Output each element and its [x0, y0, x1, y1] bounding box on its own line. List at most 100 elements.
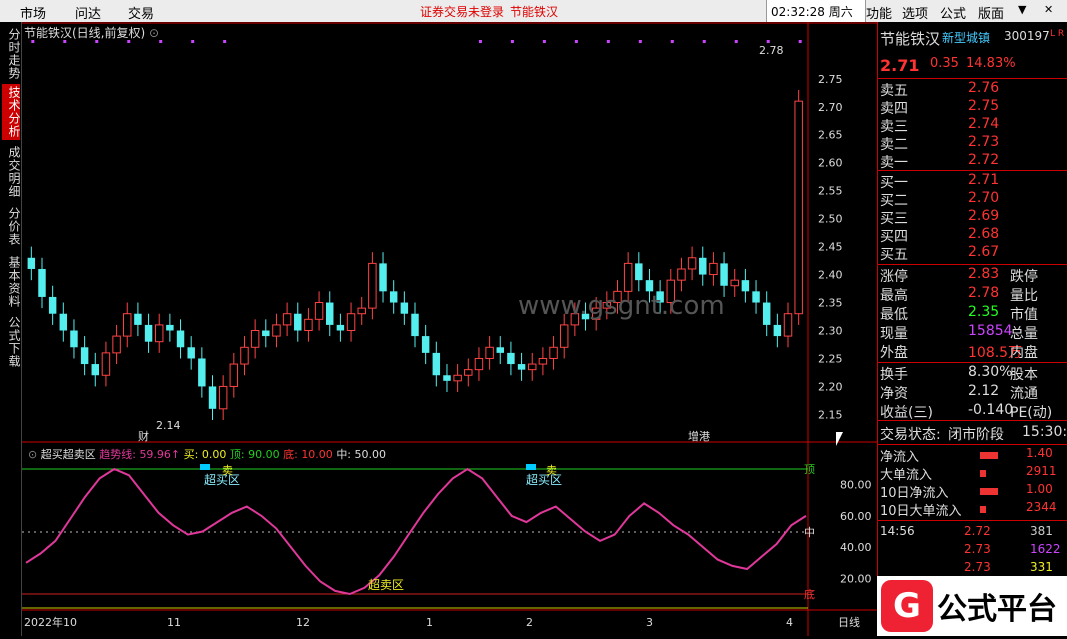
- candle[interactable]: [411, 313, 419, 337]
- candle[interactable]: [677, 268, 686, 281]
- candle[interactable]: [304, 318, 313, 331]
- candle[interactable]: [432, 352, 441, 376]
- candle[interactable]: [123, 313, 132, 337]
- candle[interactable]: [517, 364, 526, 370]
- candle[interactable]: [773, 324, 782, 337]
- candle[interactable]: [528, 363, 537, 371]
- indicator-name[interactable]: 超买超卖区: [41, 448, 96, 461]
- candle[interactable]: [272, 324, 281, 337]
- bid-row[interactable]: 买四 2.68: [880, 226, 1066, 245]
- candle[interactable]: [357, 307, 366, 315]
- bid-row[interactable]: 买三 2.69: [880, 208, 1066, 227]
- candle[interactable]: [783, 313, 793, 337]
- candle[interactable]: [250, 330, 260, 348]
- marker-zenggang[interactable]: 增港: [688, 429, 710, 443]
- candle[interactable]: [144, 324, 153, 342]
- candle[interactable]: [218, 385, 228, 410]
- nav-tab-profile[interactable]: 基本资料: [2, 254, 21, 310]
- candle[interactable]: [294, 313, 302, 331]
- candle[interactable]: [346, 313, 356, 331]
- candle[interactable]: [27, 257, 36, 269]
- candle[interactable]: [741, 280, 750, 292]
- menu-options[interactable]: 选项: [902, 3, 928, 22]
- candle[interactable]: [48, 296, 57, 314]
- marker-finance[interactable]: 财: [138, 429, 149, 443]
- candle[interactable]: [485, 346, 494, 359]
- nav-tab-trades[interactable]: 成交明细: [2, 144, 21, 200]
- candle[interactable]: [709, 262, 718, 276]
- candle[interactable]: [134, 313, 142, 325]
- candle[interactable]: [794, 100, 803, 315]
- indicator-settings-icon[interactable]: ⊙: [28, 448, 37, 461]
- ask-row[interactable]: 卖二 2.73: [880, 134, 1066, 153]
- bid-row[interactable]: 买一 2.71: [880, 172, 1066, 191]
- candle[interactable]: [262, 330, 270, 337]
- candle[interactable]: [687, 257, 697, 270]
- candle[interactable]: [112, 335, 121, 354]
- chart-settings-icon[interactable]: ⊙: [149, 26, 159, 40]
- bid-row[interactable]: 买二 2.70: [880, 190, 1066, 209]
- candle[interactable]: [314, 302, 324, 320]
- candle[interactable]: [198, 358, 206, 387]
- candle[interactable]: [282, 313, 292, 326]
- candle[interactable]: [559, 324, 569, 348]
- candle[interactable]: [623, 262, 633, 292]
- menu-wenda[interactable]: 问达: [75, 3, 101, 22]
- candle[interactable]: [720, 263, 728, 286]
- menu-down-icon[interactable]: ▼: [1018, 3, 1026, 16]
- candle[interactable]: [464, 369, 473, 376]
- candle[interactable]: [368, 262, 377, 309]
- candle[interactable]: [166, 324, 174, 331]
- menu-function[interactable]: 功能: [866, 3, 892, 22]
- candle[interactable]: [154, 324, 164, 343]
- menu-market[interactable]: 市场: [20, 3, 46, 22]
- candle[interactable]: [645, 280, 654, 292]
- candle[interactable]: [538, 357, 548, 365]
- menu-formula[interactable]: 公式: [940, 3, 966, 22]
- candle[interactable]: [38, 268, 46, 297]
- candle[interactable]: [421, 336, 430, 353]
- bid-row[interactable]: 买五 2.67: [880, 244, 1066, 263]
- ask-row[interactable]: 卖四 2.75: [880, 98, 1066, 117]
- candle[interactable]: [474, 357, 484, 371]
- candle[interactable]: [208, 386, 217, 409]
- candle[interactable]: [326, 302, 334, 325]
- date-axis-period[interactable]: 日线: [838, 615, 860, 629]
- candle[interactable]: [91, 364, 100, 376]
- candle[interactable]: [443, 375, 451, 381]
- nav-tab-formula-download[interactable]: 公式下载: [2, 314, 21, 370]
- candle[interactable]: [379, 263, 387, 292]
- kline-chart[interactable]: 2.75 2.70 2.65 2.60 2.55 2.50 2.45 2.40 2.35 2.30…: [22, 22, 877, 636]
- candle[interactable]: [752, 291, 760, 303]
- candle[interactable]: [389, 291, 398, 303]
- menu-layout[interactable]: 版面: [978, 3, 1004, 22]
- candle[interactable]: [549, 346, 558, 359]
- candle[interactable]: [101, 352, 111, 376]
- ask-row[interactable]: 卖一 2.72: [880, 152, 1066, 171]
- candle[interactable]: [400, 302, 409, 314]
- candle[interactable]: [730, 279, 739, 287]
- candle[interactable]: [635, 263, 643, 281]
- candle[interactable]: [70, 330, 78, 348]
- chart-area[interactable]: 2.75 2.70 2.65 2.60 2.55 2.50 2.45 2.40 2.35 2.30…: [22, 22, 877, 636]
- stock-concept[interactable]: 新型城镇: [942, 29, 990, 46]
- menu-trade[interactable]: 交易: [128, 3, 154, 22]
- nav-tab-technical[interactable]: 技术分析: [2, 84, 21, 140]
- candle[interactable]: [496, 347, 504, 353]
- menu-close-icon[interactable]: ✕: [1044, 3, 1053, 16]
- candle[interactable]: [229, 363, 239, 387]
- ask-row[interactable]: 卖三 2.74: [880, 116, 1066, 135]
- candle[interactable]: [453, 374, 462, 382]
- candle[interactable]: [507, 352, 515, 365]
- login-alert[interactable]: 证券交易未登录: [420, 3, 504, 20]
- candle[interactable]: [240, 346, 249, 365]
- candle[interactable]: [187, 347, 195, 359]
- candle[interactable]: [80, 347, 89, 365]
- nav-tab-price-table[interactable]: 分价表: [2, 204, 21, 248]
- candle[interactable]: [176, 330, 185, 348]
- ask-row[interactable]: 卖五 2.76: [880, 80, 1066, 99]
- candle[interactable]: [699, 257, 707, 275]
- candle[interactable]: [59, 313, 68, 331]
- candle[interactable]: [762, 302, 771, 325]
- candle[interactable]: [336, 324, 345, 331]
